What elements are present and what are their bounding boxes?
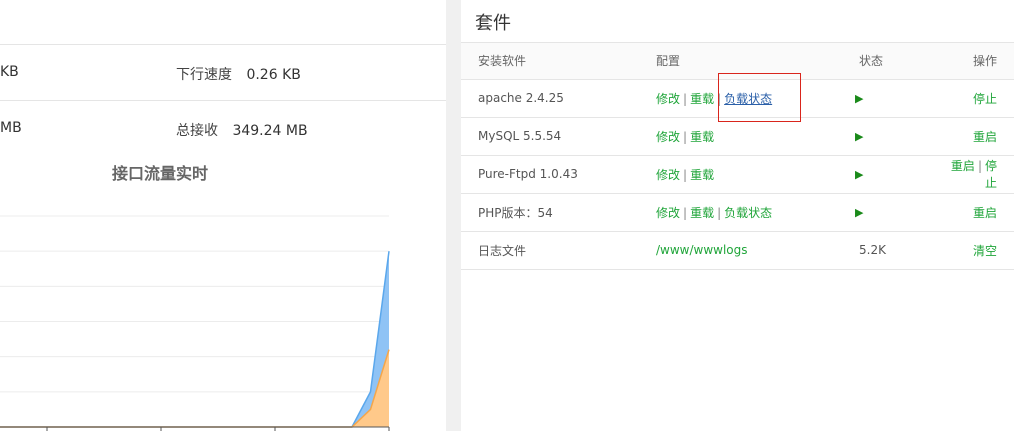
status-cell: ▶	[851, 193, 941, 232]
download-speed-value: 0.26 KB	[246, 67, 301, 83]
total-sent-value: MB	[0, 120, 22, 136]
panel-title: 套件	[475, 13, 511, 34]
table-row: MySQL 5.5.54 修改 | 重载 ▶ 重启	[461, 117, 1014, 156]
action-cell: 重启	[941, 117, 1014, 156]
status-cell: ▶	[851, 79, 941, 118]
software-name: Pure-Ftpd 1.0.43	[461, 155, 641, 194]
total-received-value: 349.24 MB	[232, 123, 308, 139]
traffic-chart	[0, 215, 390, 431]
download-speed-label: 下行速度	[176, 67, 232, 83]
restart-button[interactable]: 重启	[973, 130, 997, 144]
screen: KB 下行速度 0.26 KB MB 总接收 349.24 MB 接口流量实时 …	[0, 0, 1014, 431]
chart-area-series-1	[0, 349, 389, 427]
restart-button[interactable]: 重启	[951, 159, 975, 173]
play-icon: ▶	[855, 92, 864, 105]
config-cell: 修改 | 重载 | 负载状态	[641, 193, 851, 232]
modify-link[interactable]: 修改	[656, 92, 680, 106]
software-name: apache 2.4.25	[461, 79, 641, 118]
action-cell: 清空	[941, 231, 1014, 270]
stop-button[interactable]: 停止	[973, 92, 997, 106]
load-status-link[interactable]: 负载状态	[724, 92, 772, 106]
modify-link[interactable]: 修改	[656, 168, 680, 182]
load-status-link[interactable]: 负载状态	[724, 206, 772, 220]
table-row: Pure-Ftpd 1.0.43 修改 | 重载 ▶ 重启 | 停止	[461, 155, 1014, 194]
software-name: MySQL 5.5.54	[461, 117, 641, 156]
modify-link[interactable]: 修改	[656, 130, 680, 144]
total-received: 总接收 349.24 MB	[176, 120, 308, 140]
chart-area-series-0	[0, 251, 389, 427]
chart-line-series-0	[0, 251, 390, 428]
table-header-row: 安装软件 配置 状态 操作	[461, 43, 1014, 80]
header-action: 操作	[941, 43, 1014, 80]
play-icon: ▶	[855, 206, 864, 219]
reload-link[interactable]: 重载	[690, 168, 714, 182]
modify-link[interactable]: 修改	[656, 206, 680, 220]
clear-button[interactable]: 清空	[973, 244, 997, 258]
log-size: 5.2K	[851, 231, 941, 270]
download-speed: 下行速度 0.26 KB	[176, 64, 301, 84]
action-cell: 重启 | 停止	[941, 155, 1014, 194]
reload-link[interactable]: 重载	[690, 206, 714, 220]
upload-speed-value: KB	[0, 64, 19, 80]
header-config: 配置	[641, 43, 851, 80]
table-row: apache 2.4.25 修改 | 重载 | 负载状态 ▶ 停止	[461, 79, 1014, 118]
action-cell: 停止	[941, 79, 1014, 118]
chart-line-series-1	[0, 349, 390, 428]
header-software: 安装软件	[461, 43, 641, 80]
network-panel: KB 下行速度 0.26 KB MB 总接收 349.24 MB 接口流量实时	[0, 0, 446, 431]
config-cell: 修改 | 重载 | 负载状态	[641, 79, 851, 118]
table-row: 日志文件 /www/wwwlogs 5.2K 清空	[461, 231, 1014, 270]
suite-panel: 套件 安装软件 配置 状态 操作 apache 2.4.25 修改 | 重载 | 负载状…	[461, 0, 1014, 431]
total-received-label: 总接收	[176, 123, 218, 139]
action-cell: 重启	[941, 193, 1014, 232]
software-table: 安装软件 配置 状态 操作 apache 2.4.25 修改 | 重载 | 负载状态 ▶…	[461, 43, 1014, 270]
gutter	[446, 0, 461, 431]
status-cell: ▶	[851, 117, 941, 156]
config-cell: 修改 | 重载	[641, 117, 851, 156]
reload-link[interactable]: 重载	[690, 130, 714, 144]
restart-button[interactable]: 重启	[973, 206, 997, 220]
header-status: 状态	[851, 43, 941, 80]
play-icon: ▶	[855, 168, 864, 181]
divider	[0, 100, 446, 101]
config-cell: /www/wwwlogs	[641, 231, 851, 270]
software-name: 日志文件	[461, 231, 641, 270]
status-cell: ▶	[851, 155, 941, 194]
table-row: PHP版本：54 修改 | 重载 | 负载状态 ▶ 重启	[461, 193, 1014, 232]
divider	[0, 44, 446, 45]
stop-button[interactable]: 停止	[985, 159, 997, 190]
log-path-link[interactable]: /www/wwwlogs	[656, 243, 748, 257]
software-name: PHP版本：54	[461, 193, 641, 232]
play-icon: ▶	[855, 130, 864, 143]
reload-link[interactable]: 重载	[690, 92, 714, 106]
config-cell: 修改 | 重载	[641, 155, 851, 194]
